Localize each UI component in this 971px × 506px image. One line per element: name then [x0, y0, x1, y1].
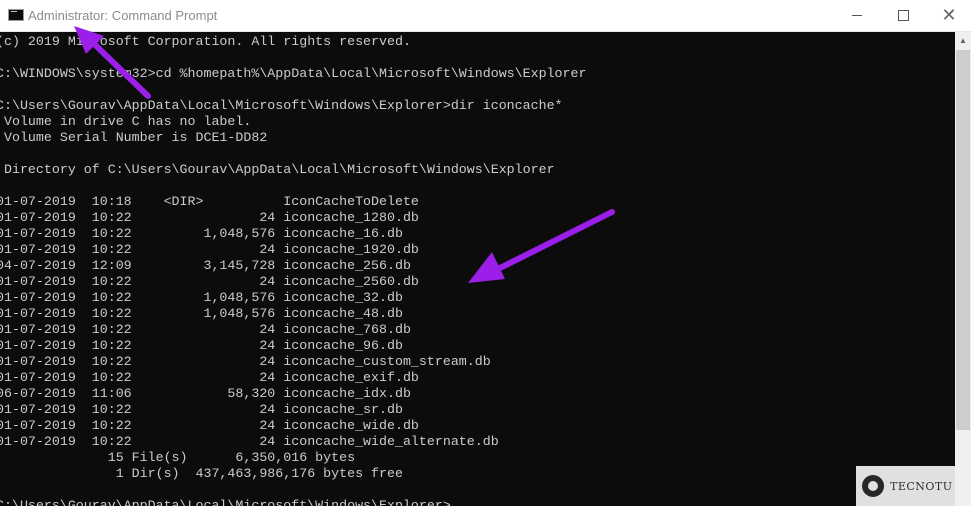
title-bar[interactable]: Administrator: Command Prompt ✕	[0, 0, 971, 32]
console-output-area[interactable]: (c) 2019 Microsoft Corporation. All righ…	[0, 32, 955, 506]
console-line: 04-07-2019 12:09 3,145,728 iconcache_256…	[0, 258, 411, 273]
console-line: 01-07-2019 10:22 24 iconcache_sr.db	[0, 402, 403, 417]
console-line: 01-07-2019 10:22 24 iconcache_wide_alter…	[0, 434, 499, 449]
maximize-icon	[897, 10, 909, 21]
console-line: 01-07-2019 10:22 24 iconcache_1280.db	[0, 210, 419, 225]
close-button[interactable]: ✕	[926, 0, 971, 31]
console-line: 15 File(s) 6,350,016 bytes	[0, 450, 356, 465]
console-line: Volume Serial Number is DCE1-DD82	[0, 130, 268, 145]
console-text: (c) 2019 Microsoft Corporation. All righ…	[0, 34, 586, 506]
console-line: 01-07-2019 10:22 24 iconcache_exif.db	[0, 370, 419, 385]
console-line: 01-07-2019 10:22 24 iconcache_768.db	[0, 322, 411, 337]
console-line: 01-07-2019 10:22 1,048,576 iconcache_48.…	[0, 306, 403, 321]
console-line: C:\Users\Gourav\AppData\Local\Microsoft\…	[0, 98, 563, 113]
console-line: 01-07-2019 10:22 1,048,576 iconcache_16.…	[0, 226, 403, 241]
console-line: 01-07-2019 10:22 24 iconcache_1920.db	[0, 242, 419, 257]
vertical-scrollbar[interactable]: ▲	[955, 32, 971, 506]
minimize-button[interactable]	[834, 0, 880, 31]
minimize-icon	[852, 15, 862, 16]
console-line: Volume in drive C has no label.	[0, 114, 252, 129]
console-line: 06-07-2019 11:06 58,320 iconcache_idx.db	[0, 386, 411, 401]
console-line: 1 Dir(s) 437,463,986,176 bytes free	[0, 466, 403, 481]
console-line: 01-07-2019 10:18 <DIR> IconCacheToDelete	[0, 194, 419, 209]
window-title: Administrator: Command Prompt	[28, 8, 218, 23]
maximize-button[interactable]	[880, 0, 926, 31]
console-line: Directory of C:\Users\Gourav\AppData\Loc…	[0, 162, 555, 177]
watermark-logo-icon	[862, 475, 884, 497]
watermark-text: TECNOTUTO	[890, 479, 952, 493]
console-line: C:\WINDOWS\system32>cd %homepath%\AppDat…	[0, 66, 587, 81]
console-line: 01-07-2019 10:22 24 iconcache_wide.db	[0, 418, 419, 433]
console-line: 01-07-2019 10:22 24 iconcache_96.db	[0, 338, 403, 353]
scroll-up-icon[interactable]: ▲	[955, 32, 971, 48]
cmd-app-icon[interactable]	[8, 9, 24, 21]
scrollbar-thumb[interactable]	[956, 50, 970, 430]
console-line: (c) 2019 Microsoft Corporation. All righ…	[0, 34, 411, 49]
console-line: C:\Users\Gourav\AppData\Local\Microsoft\…	[0, 498, 451, 506]
console-line: 01-07-2019 10:22 1,048,576 iconcache_32.…	[0, 290, 403, 305]
console-line: 01-07-2019 10:22 24 iconcache_2560.db	[0, 274, 419, 289]
close-icon: ✕	[941, 5, 957, 25]
console-line: 01-07-2019 10:22 24 iconcache_custom_str…	[0, 354, 491, 369]
watermark: TECNOTUTO	[856, 466, 955, 506]
